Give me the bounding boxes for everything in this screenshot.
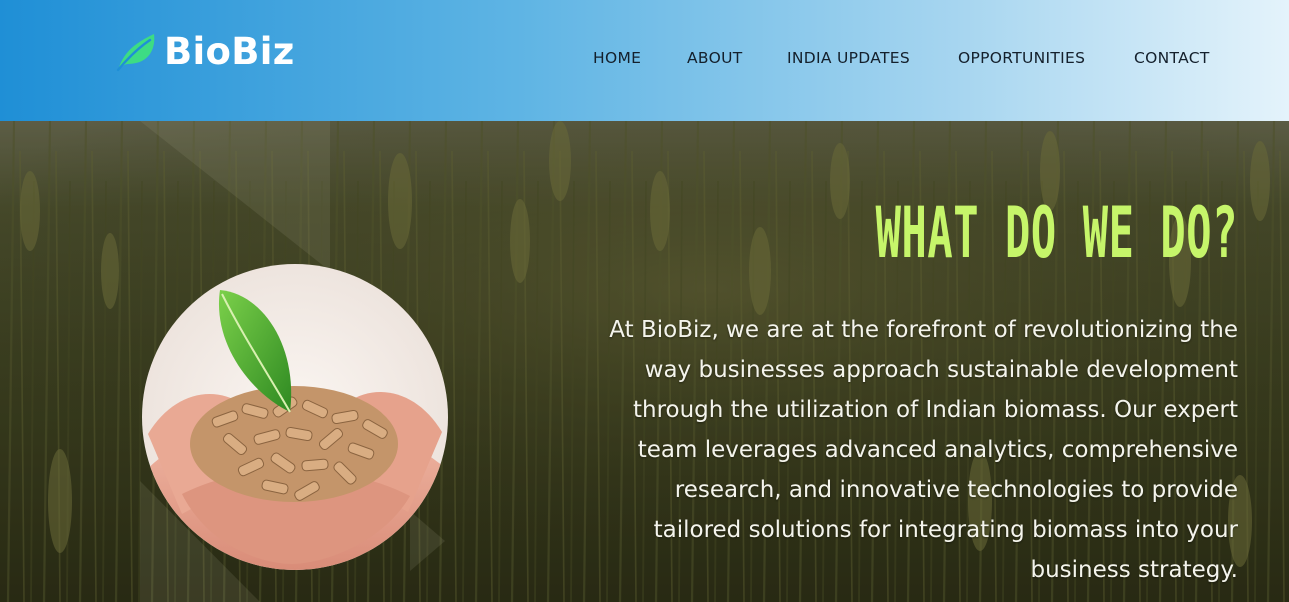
main-nav: HOME ABOUT INDIA UPDATES OPPORTUNITIES C… bbox=[0, 49, 1289, 71]
hands-with-pellets-illustration bbox=[142, 264, 448, 570]
hero-title: WHAT DO WE DO? bbox=[875, 192, 1238, 274]
nav-about[interactable]: ABOUT bbox=[687, 49, 742, 67]
nav-india-updates[interactable]: INDIA UPDATES bbox=[787, 49, 910, 67]
nav-home[interactable]: HOME bbox=[593, 49, 641, 67]
site-header: BioBiz HOME ABOUT INDIA UPDATES OPPORTUN… bbox=[0, 0, 1289, 121]
hero-section: WHAT DO WE DO? At BioBiz, we are at the … bbox=[0, 121, 1289, 602]
hero-description: At BioBiz, we are at the forefront of re… bbox=[609, 317, 1238, 583]
biomass-pellets-image bbox=[142, 264, 448, 570]
nav-opportunities[interactable]: OPPORTUNITIES bbox=[958, 49, 1085, 67]
page: BioBiz HOME ABOUT INDIA UPDATES OPPORTUN… bbox=[0, 0, 1289, 602]
nav-contact[interactable]: CONTACT bbox=[1134, 49, 1210, 67]
